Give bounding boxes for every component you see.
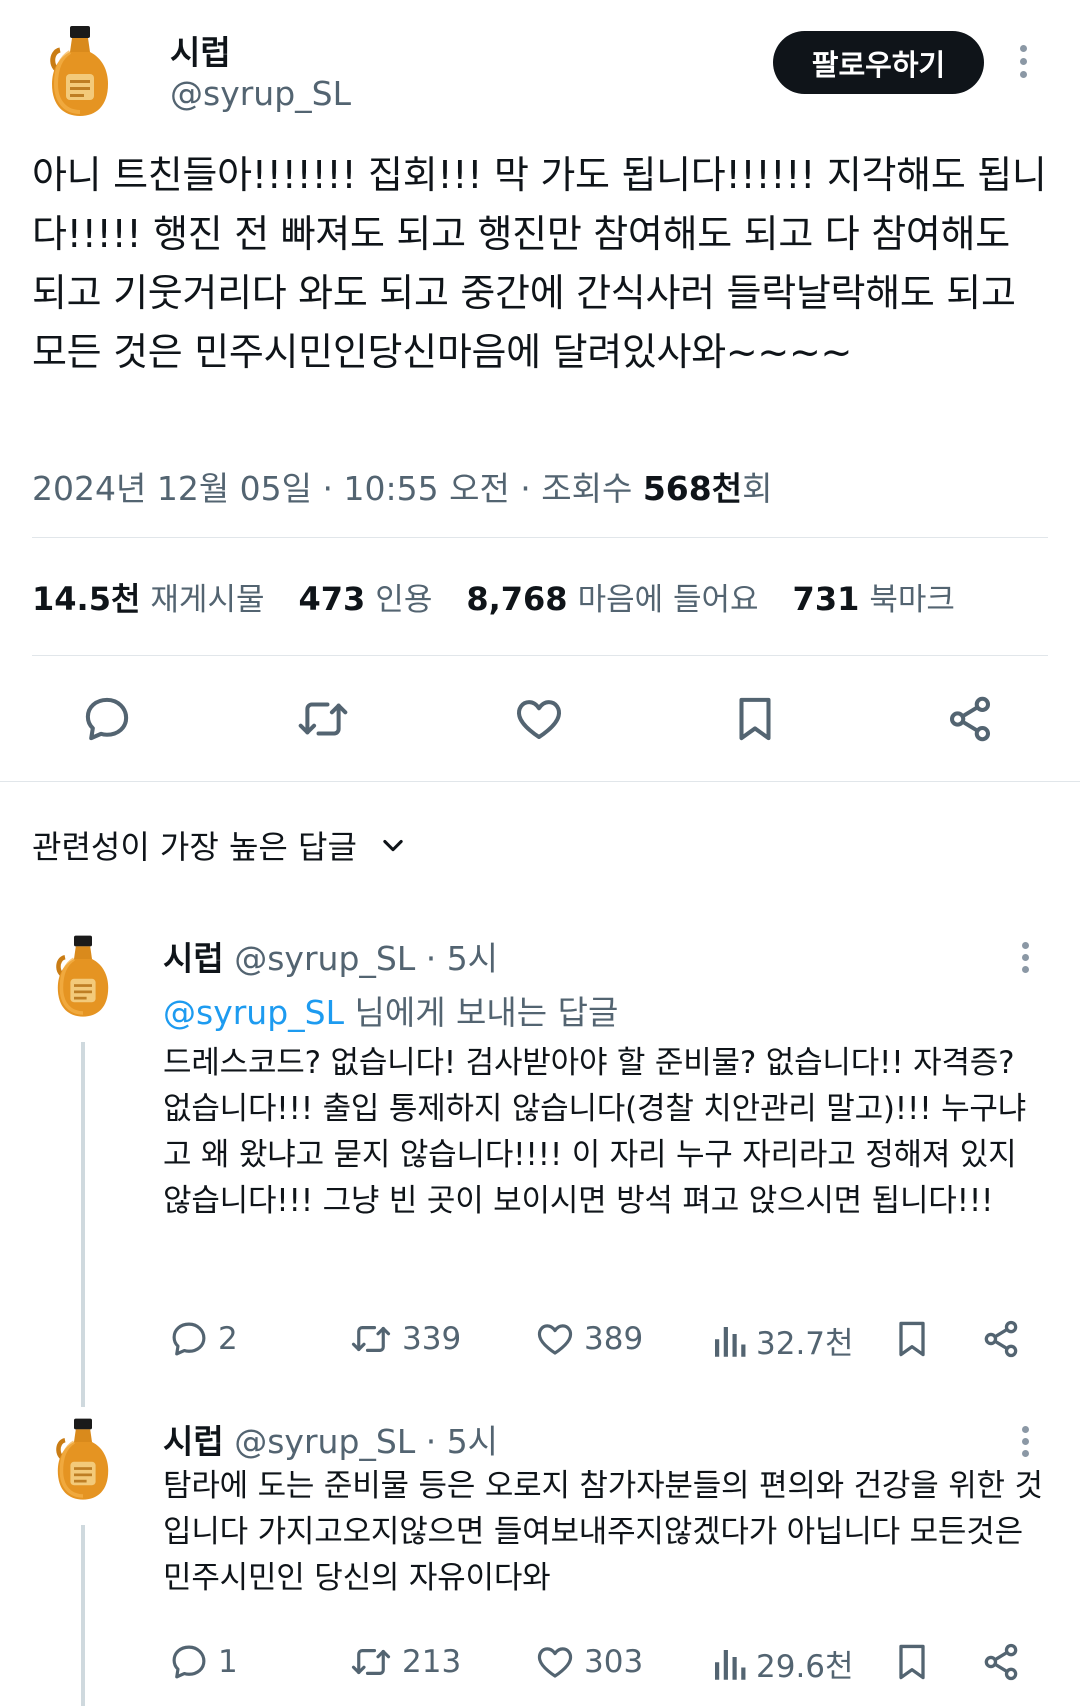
like-icon[interactable] — [512, 692, 566, 746]
chevron-down-icon — [383, 839, 403, 852]
bookmark-icon[interactable] — [890, 1640, 934, 1688]
like-icon — [537, 1647, 573, 1678]
more-options-icon[interactable] — [1020, 45, 1027, 78]
reply-author-name[interactable]: 시럽 — [163, 939, 224, 978]
view-count[interactable]: 29.6천 — [710, 1641, 854, 1686]
reply-text: 드레스코드? 없습니다! 검사받아야 할 준비물? 없습니다!! 자격증? 없습… — [163, 1045, 1027, 1219]
follow-button[interactable]: 팔로우하기 — [773, 31, 984, 94]
share-icon[interactable] — [943, 692, 997, 746]
view-count: 568천 — [642, 469, 743, 508]
replies-sort-label: 관련성이 가장 높은 답글 — [32, 828, 357, 866]
reply-author-handle[interactable]: @syrup_SL · 5시 — [234, 1422, 498, 1461]
views-chart-icon — [715, 1326, 746, 1357]
retweet-count[interactable]: 339 — [348, 1318, 461, 1360]
share-icon[interactable] — [979, 1640, 1023, 1688]
divider — [0, 781, 1080, 782]
author-handle[interactable]: @syrup_SL — [170, 74, 351, 113]
view-count-suffix: 회 — [742, 469, 773, 508]
view-count[interactable]: 32.7천 — [710, 1318, 854, 1363]
tweet-stats: 14.5천 재게시물 473 인용 8,768 마음에 들어요 731 북마크 — [32, 574, 955, 620]
reply-header: 시럽 @syrup_SL · 5시 — [163, 1415, 498, 1463]
reply-author-handle[interactable]: @syrup_SL · 5시 — [234, 939, 498, 978]
reply-to-suffix: 님에게 보내는 답글 — [343, 993, 619, 1032]
share-icon[interactable] — [979, 1317, 1023, 1365]
replies-sort-dropdown[interactable]: 관련성이 가장 높은 답글 — [32, 822, 407, 868]
reply-more-options-icon[interactable] — [1022, 1426, 1029, 1457]
tweet-datetime[interactable]: 2024년 12월 05일 · 10:55 오전 · 조회수 — [32, 469, 643, 508]
views-chart-icon — [715, 1649, 746, 1680]
stat-quotes[interactable]: 473 인용 — [299, 574, 433, 620]
maple-syrup-avatar-icon — [38, 1415, 128, 1505]
like-count[interactable]: 389 — [534, 1318, 643, 1360]
author-avatar[interactable] — [30, 22, 130, 126]
reply-count[interactable]: 2 — [168, 1318, 238, 1360]
divider — [32, 655, 1048, 656]
stat-retweets[interactable]: 14.5천 재게시물 — [32, 574, 265, 620]
stat-likes[interactable]: 8,768 마음에 들어요 — [466, 574, 758, 620]
like-count[interactable]: 303 — [534, 1641, 643, 1683]
retweet-icon — [351, 1649, 391, 1675]
reply-avatar[interactable] — [38, 1415, 128, 1509]
reply-count[interactable]: 1 — [168, 1641, 238, 1683]
reply-text: 탐라에 도는 준비물 등은 오로지 참가자분들의 편의와 건강을 위한 것입니다… — [163, 1468, 1043, 1596]
reply-to-line: @syrup_SL 님에게 보내는 답글 — [163, 986, 618, 1034]
reply-author-name[interactable]: 시럽 — [163, 1422, 224, 1461]
bookmark-icon[interactable] — [890, 1317, 934, 1365]
reply-icon — [172, 1645, 206, 1679]
reply-icon — [172, 1322, 206, 1356]
author-name[interactable]: 시럽 — [170, 26, 231, 74]
like-icon — [537, 1324, 573, 1355]
reply-avatar[interactable] — [38, 932, 128, 1026]
reply-more-options-icon[interactable] — [1022, 942, 1029, 973]
bookmark-icon[interactable] — [728, 692, 782, 746]
retweet-icon — [351, 1326, 391, 1352]
thread-line — [81, 1042, 85, 1407]
retweet-icon[interactable] — [294, 692, 352, 746]
tweet-text: 아니 트친들아!!!!!!! 집회!!! 막 가도 됩니다!!!!!! 지각해도… — [32, 153, 1047, 374]
tweet-meta: 2024년 12월 05일 · 10:55 오전 · 조회수 568천회 — [32, 462, 772, 510]
thread-line — [81, 1525, 85, 1706]
maple-syrup-avatar-icon — [38, 932, 128, 1022]
retweet-count[interactable]: 213 — [348, 1641, 461, 1683]
maple-syrup-avatar-icon — [30, 22, 130, 122]
reply-icon[interactable] — [80, 692, 134, 746]
stat-bookmarks[interactable]: 731 북마크 — [793, 574, 955, 620]
reply-to-mention[interactable]: @syrup_SL — [163, 993, 344, 1032]
divider — [32, 537, 1048, 538]
reply-header: 시럽 @syrup_SL · 5시 — [163, 932, 498, 980]
